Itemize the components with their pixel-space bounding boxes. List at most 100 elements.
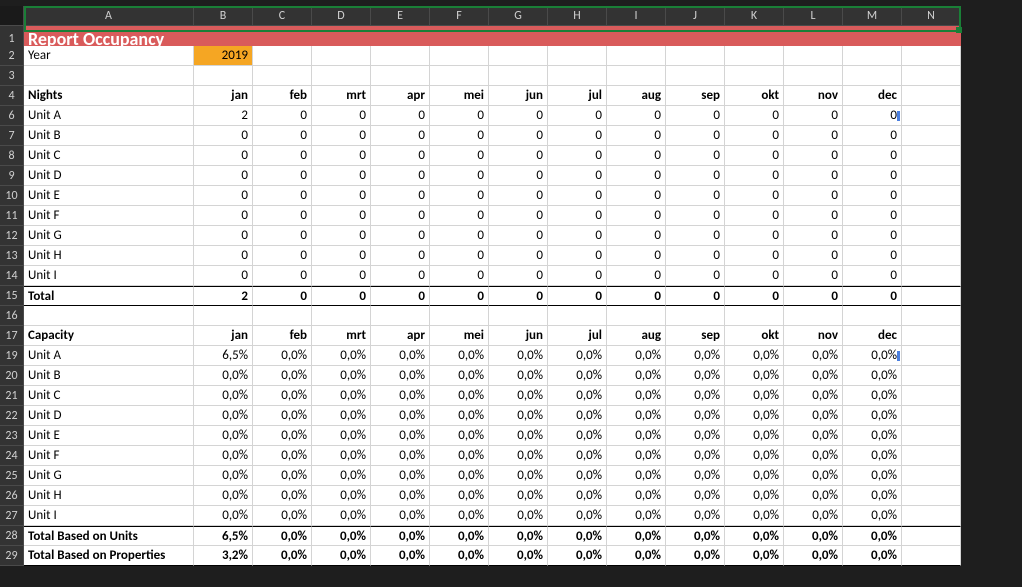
- col-header-D[interactable]: D: [312, 6, 371, 26]
- cap-total-props-cell[interactable]: 0,0%: [843, 546, 902, 566]
- capacity-cell[interactable]: 0,0%: [843, 386, 902, 406]
- cap-total-props-cell[interactable]: 3,2%: [194, 546, 253, 566]
- capacity-cell[interactable]: 0,0%: [784, 466, 843, 486]
- capacity-cell[interactable]: 0,0%: [253, 446, 312, 466]
- capacity-cell[interactable]: 0,0%: [312, 426, 371, 446]
- col-header-G[interactable]: G: [489, 6, 548, 26]
- nights-total-cell[interactable]: 2: [194, 286, 253, 306]
- capacity-cell[interactable]: 0,0%: [725, 346, 784, 366]
- capacity-cell[interactable]: 0,0%: [430, 406, 489, 426]
- empty-cell[interactable]: [843, 66, 902, 86]
- nights-month-mrt[interactable]: mrt: [312, 86, 371, 106]
- empty-cell[interactable]: [725, 66, 784, 86]
- col-header-E[interactable]: E: [371, 6, 430, 26]
- capacity-cell[interactable]: 0,0%: [194, 406, 253, 426]
- empty-cell[interactable]: [430, 306, 489, 326]
- nights-cell[interactable]: 0: [607, 246, 666, 266]
- nights-month-sep[interactable]: sep: [666, 86, 725, 106]
- empty-cell[interactable]: [902, 486, 961, 506]
- capacity-cell[interactable]: 0,0%: [253, 366, 312, 386]
- empty-cell[interactable]: [666, 66, 725, 86]
- nights-cell[interactable]: 0: [253, 186, 312, 206]
- nights-cell[interactable]: 0: [312, 126, 371, 146]
- capacity-unit-label[interactable]: Unit I: [24, 506, 194, 526]
- nights-cell[interactable]: 0: [371, 246, 430, 266]
- capacity-cell[interactable]: 0,0%: [843, 486, 902, 506]
- capacity-cell[interactable]: 0,0%: [430, 486, 489, 506]
- row-header-12[interactable]: 12: [0, 226, 24, 246]
- cap-total-units-cell[interactable]: 0,0%: [489, 526, 548, 546]
- nights-cell[interactable]: 0: [253, 106, 312, 126]
- nights-cell[interactable]: 0: [784, 246, 843, 266]
- row-header-24[interactable]: 24: [0, 446, 24, 466]
- capacity-unit-label[interactable]: Unit F: [24, 446, 194, 466]
- cap-total-units-cell[interactable]: 0,0%: [666, 526, 725, 546]
- nights-cell[interactable]: 0: [548, 106, 607, 126]
- nights-cell[interactable]: 0: [312, 106, 371, 126]
- nights-cell[interactable]: 0: [843, 226, 902, 246]
- col-header-I[interactable]: I: [607, 6, 666, 26]
- capacity-cell[interactable]: 0,0%: [607, 486, 666, 506]
- empty-cell[interactable]: [843, 306, 902, 326]
- nights-cell[interactable]: 0: [489, 186, 548, 206]
- capacity-cell[interactable]: 0,0%: [725, 406, 784, 426]
- nights-cell[interactable]: 0: [489, 226, 548, 246]
- nights-total-cell[interactable]: 0: [843, 286, 902, 306]
- nights-unit-label[interactable]: Unit H: [24, 246, 194, 266]
- empty-cell[interactable]: [902, 366, 961, 386]
- capacity-month-okt[interactable]: okt: [725, 326, 784, 346]
- nights-total-cell[interactable]: 0: [784, 286, 843, 306]
- capacity-cell[interactable]: 0,0%: [253, 466, 312, 486]
- nights-month-jul[interactable]: jul: [548, 86, 607, 106]
- capacity-cell[interactable]: 0,0%: [253, 426, 312, 446]
- nights-cell[interactable]: 0: [666, 146, 725, 166]
- cap-total-units-cell[interactable]: 0,0%: [725, 526, 784, 546]
- capacity-cell[interactable]: 0,0%: [371, 486, 430, 506]
- capacity-cell[interactable]: 0,0%: [548, 466, 607, 486]
- nights-cell[interactable]: 0: [843, 246, 902, 266]
- empty-cell[interactable]: [312, 66, 371, 86]
- capacity-cell[interactable]: 0,0%: [784, 506, 843, 526]
- capacity-cell[interactable]: 0,0%: [253, 346, 312, 366]
- nights-cell[interactable]: 0: [725, 166, 784, 186]
- nights-cell[interactable]: 0: [784, 206, 843, 226]
- capacity-cell[interactable]: 0,0%: [548, 366, 607, 386]
- capacity-cell[interactable]: 0,0%: [666, 426, 725, 446]
- row-header-27[interactable]: 27: [0, 506, 24, 526]
- nights-cell[interactable]: 0: [784, 146, 843, 166]
- empty-cell[interactable]: [902, 426, 961, 446]
- capacity-cell[interactable]: 0,0%: [843, 506, 902, 526]
- nights-cell[interactable]: 0: [843, 186, 902, 206]
- cap-total-units-cell[interactable]: 0,0%: [548, 526, 607, 546]
- nights-month-jun[interactable]: jun: [489, 86, 548, 106]
- capacity-month-jul[interactable]: jul: [548, 326, 607, 346]
- capacity-cell[interactable]: 0,0%: [666, 366, 725, 386]
- col-header-B[interactable]: B: [194, 6, 253, 26]
- empty-cell[interactable]: [902, 306, 961, 326]
- nights-cell[interactable]: 0: [666, 126, 725, 146]
- capacity-cell[interactable]: 0,0%: [607, 366, 666, 386]
- cap-total-props-cell[interactable]: 0,0%: [666, 546, 725, 566]
- capacity-cell[interactable]: 0,0%: [194, 446, 253, 466]
- nights-unit-label[interactable]: Unit B: [24, 126, 194, 146]
- nights-cell[interactable]: 0: [666, 226, 725, 246]
- capacity-cell[interactable]: 0,0%: [843, 366, 902, 386]
- capacity-cell[interactable]: 0,0%: [489, 426, 548, 446]
- empty-cell[interactable]: [666, 46, 725, 66]
- row-header-20[interactable]: 20: [0, 366, 24, 386]
- capacity-cell[interactable]: 0,0%: [843, 346, 902, 366]
- nights-cell[interactable]: 0: [666, 246, 725, 266]
- capacity-cell[interactable]: 0,0%: [194, 466, 253, 486]
- nights-unit-label[interactable]: Unit D: [24, 166, 194, 186]
- select-all-corner[interactable]: [0, 6, 24, 26]
- capacity-cell[interactable]: 0,0%: [371, 506, 430, 526]
- nights-month-nov[interactable]: nov: [784, 86, 843, 106]
- capacity-cell[interactable]: 0,0%: [784, 486, 843, 506]
- capacity-cell[interactable]: 0,0%: [194, 426, 253, 446]
- nights-cell[interactable]: 0: [430, 226, 489, 246]
- empty-cell[interactable]: [902, 166, 961, 186]
- empty-cell[interactable]: [902, 386, 961, 406]
- capacity-cell[interactable]: 0,0%: [843, 466, 902, 486]
- year-label[interactable]: Year: [24, 46, 194, 66]
- nights-cell[interactable]: 0: [666, 166, 725, 186]
